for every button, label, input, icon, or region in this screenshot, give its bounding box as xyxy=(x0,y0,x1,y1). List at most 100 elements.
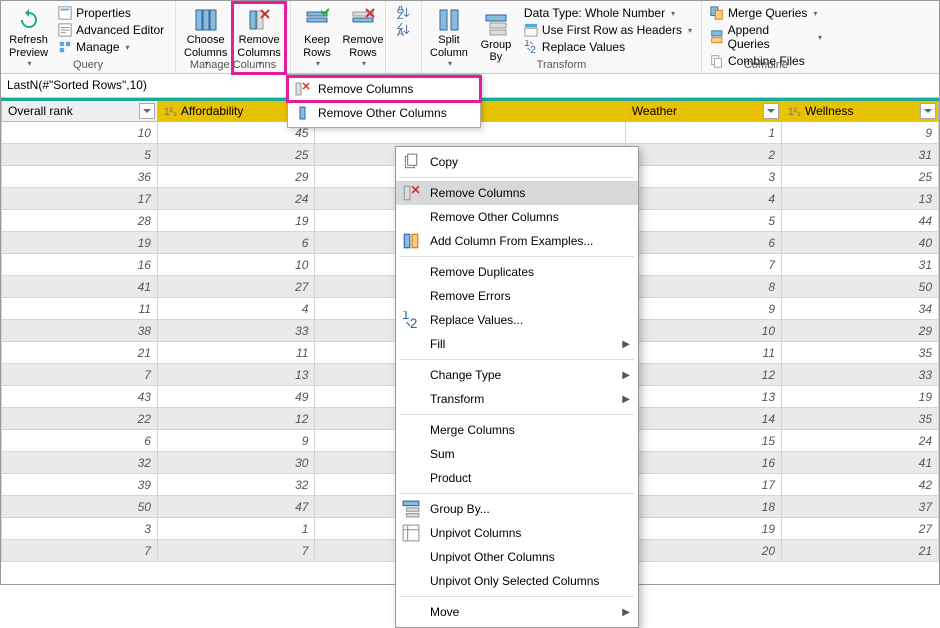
table-cell[interactable]: 13 xyxy=(157,364,314,386)
sort-desc-button[interactable]: ZA xyxy=(393,22,415,38)
table-cell[interactable]: 21 xyxy=(782,540,939,562)
ctx-group-by[interactable]: Group By... xyxy=(396,497,638,521)
ctx-unpivot-columns[interactable]: Unpivot Columns xyxy=(396,521,638,545)
column-header-overall-rank[interactable]: Overall rank xyxy=(2,100,158,122)
table-cell[interactable]: 16 xyxy=(625,452,781,474)
ctx-product[interactable]: Product xyxy=(396,466,638,490)
ctx-replace-values[interactable]: 12Replace Values... xyxy=(396,308,638,332)
table-cell[interactable]: 19 xyxy=(2,232,158,254)
ctx-add-column-from-examples[interactable]: Add Column From Examples... xyxy=(396,229,638,253)
table-cell[interactable]: 47 xyxy=(157,496,314,518)
table-cell[interactable]: 44 xyxy=(782,210,939,232)
table-cell[interactable]: 1 xyxy=(625,122,781,144)
table-cell[interactable]: 10 xyxy=(625,320,781,342)
table-cell[interactable]: 24 xyxy=(157,188,314,210)
table-cell[interactable]: 24 xyxy=(782,430,939,452)
column-header-wellness[interactable]: 1²₃Wellness xyxy=(782,100,939,122)
table-cell[interactable]: 29 xyxy=(157,166,314,188)
table-cell[interactable]: 2 xyxy=(625,144,781,166)
table-cell[interactable]: 41 xyxy=(782,452,939,474)
table-cell[interactable]: 11 xyxy=(157,342,314,364)
dropdown-remove-columns[interactable]: Remove Columns xyxy=(288,77,480,101)
table-cell[interactable]: 9 xyxy=(782,122,939,144)
table-cell[interactable]: 22 xyxy=(2,408,158,430)
use-first-row-button[interactable]: Use First Row as Headers▾ xyxy=(520,22,696,38)
table-cell[interactable]: 25 xyxy=(782,166,939,188)
table-cell[interactable]: 5 xyxy=(625,210,781,232)
table-cell[interactable]: 8 xyxy=(625,276,781,298)
table-cell[interactable]: 25 xyxy=(157,144,314,166)
table-cell[interactable]: 39 xyxy=(2,474,158,496)
table-cell[interactable]: 38 xyxy=(2,320,158,342)
append-queries-button[interactable]: Append Queries▾ xyxy=(706,22,826,52)
filter-button[interactable] xyxy=(920,103,936,119)
ctx-remove-columns[interactable]: Remove Columns xyxy=(396,181,638,205)
table-cell[interactable]: 30 xyxy=(157,452,314,474)
table-cell[interactable]: 50 xyxy=(782,276,939,298)
table-cell[interactable]: 33 xyxy=(782,364,939,386)
table-cell[interactable]: 11 xyxy=(2,298,158,320)
ctx-move[interactable]: Move▶ xyxy=(396,600,638,624)
ctx-change-type[interactable]: Change Type▶ xyxy=(396,363,638,387)
table-cell[interactable]: 6 xyxy=(625,232,781,254)
table-cell[interactable]: 7 xyxy=(2,364,158,386)
column-header-weather[interactable]: Weather xyxy=(625,100,781,122)
table-cell[interactable]: 40 xyxy=(782,232,939,254)
table-cell[interactable]: 29 xyxy=(782,320,939,342)
table-cell[interactable]: 43 xyxy=(2,386,158,408)
table-cell[interactable]: 9 xyxy=(157,430,314,452)
table-cell[interactable]: 13 xyxy=(782,188,939,210)
table-cell[interactable]: 33 xyxy=(157,320,314,342)
table-cell[interactable]: 27 xyxy=(157,276,314,298)
table-cell[interactable]: 13 xyxy=(625,386,781,408)
table-cell[interactable]: 17 xyxy=(625,474,781,496)
table-cell[interactable]: 42 xyxy=(782,474,939,496)
remove-rows-button[interactable]: RemoveRows▾ xyxy=(341,3,385,73)
table-cell[interactable]: 5 xyxy=(2,144,158,166)
table-cell[interactable]: 35 xyxy=(782,408,939,430)
table-cell[interactable]: 41 xyxy=(2,276,158,298)
ctx-remove-duplicates[interactable]: Remove Duplicates xyxy=(396,260,638,284)
table-cell[interactable]: 4 xyxy=(625,188,781,210)
filter-button[interactable] xyxy=(139,103,155,119)
table-cell[interactable]: 12 xyxy=(625,364,781,386)
table-cell[interactable]: 36 xyxy=(2,166,158,188)
replace-values-button[interactable]: 12Replace Values xyxy=(520,39,696,55)
table-cell[interactable]: 20 xyxy=(625,540,781,562)
table-cell[interactable]: 28 xyxy=(2,210,158,232)
table-cell[interactable]: 6 xyxy=(2,430,158,452)
ctx-fill[interactable]: Fill▶ xyxy=(396,332,638,356)
ctx-unpivot-other-columns[interactable]: Unpivot Other Columns xyxy=(396,545,638,569)
table-cell[interactable]: 15 xyxy=(625,430,781,452)
table-cell[interactable]: 19 xyxy=(625,518,781,540)
dropdown-remove-other-columns[interactable]: Remove Other Columns xyxy=(288,101,480,125)
table-cell[interactable]: 7 xyxy=(625,254,781,276)
table-cell[interactable]: 4 xyxy=(157,298,314,320)
ctx-unpivot-selected-columns[interactable]: Unpivot Only Selected Columns xyxy=(396,569,638,593)
advanced-editor-button[interactable]: Advanced Editor xyxy=(54,22,168,38)
manage-button[interactable]: Manage▾ xyxy=(54,39,168,55)
table-cell[interactable]: 7 xyxy=(2,540,158,562)
table-cell[interactable]: 50 xyxy=(2,496,158,518)
keep-rows-button[interactable]: KeepRows▾ xyxy=(295,3,339,73)
table-cell[interactable]: 31 xyxy=(782,144,939,166)
ctx-copy[interactable]: Copy xyxy=(396,150,638,174)
table-cell[interactable]: 27 xyxy=(782,518,939,540)
properties-button[interactable]: Properties xyxy=(54,5,168,21)
ctx-merge-columns[interactable]: Merge Columns xyxy=(396,418,638,442)
merge-queries-button[interactable]: Merge Queries▾ xyxy=(706,5,826,21)
table-cell[interactable]: 19 xyxy=(782,386,939,408)
table-cell[interactable]: 10 xyxy=(157,254,314,276)
ctx-transform[interactable]: Transform▶ xyxy=(396,387,638,411)
table-cell[interactable]: 3 xyxy=(625,166,781,188)
table-cell[interactable]: 37 xyxy=(782,496,939,518)
table-cell[interactable]: 3 xyxy=(2,518,158,540)
table-cell[interactable]: 35 xyxy=(782,342,939,364)
table-cell[interactable]: 12 xyxy=(157,408,314,430)
table-cell[interactable]: 32 xyxy=(2,452,158,474)
table-cell[interactable]: 6 xyxy=(157,232,314,254)
data-type-button[interactable]: Data Type: Whole Number▾ xyxy=(520,5,696,21)
ctx-remove-other-columns[interactable]: Remove Other Columns xyxy=(396,205,638,229)
table-cell[interactable]: 11 xyxy=(625,342,781,364)
table-cell[interactable]: 18 xyxy=(625,496,781,518)
